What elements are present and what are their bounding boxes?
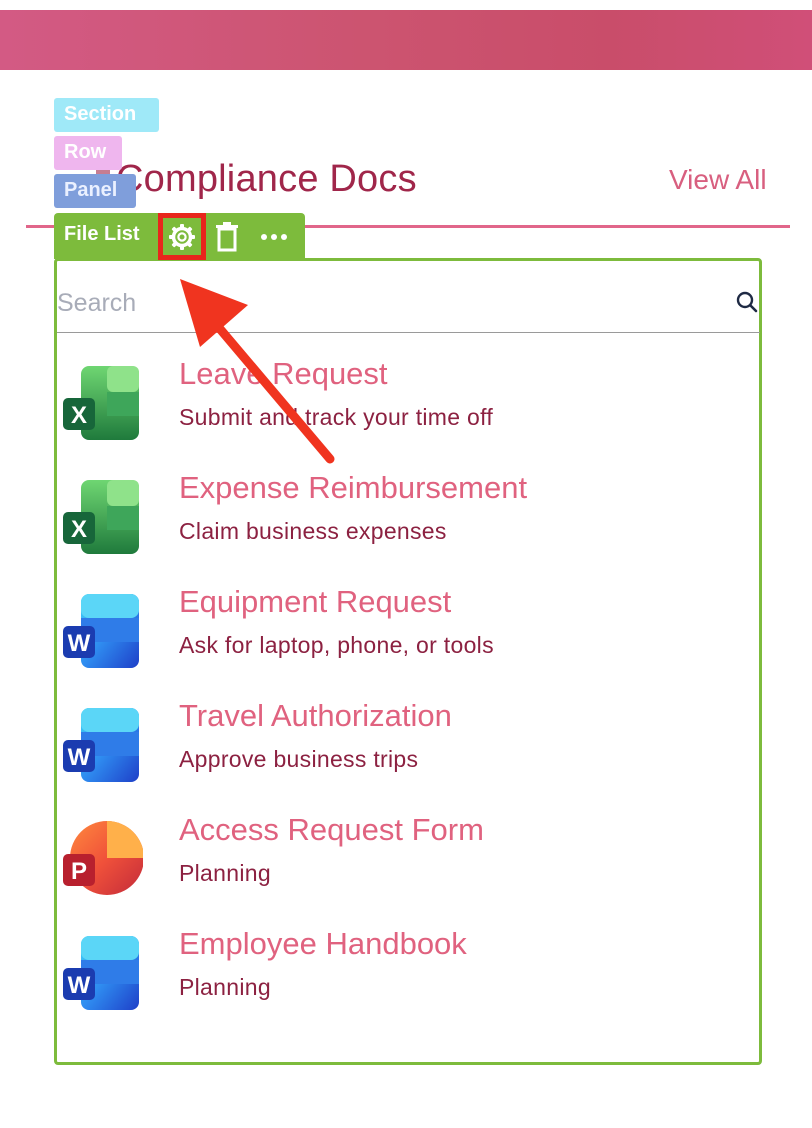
file-title[interactable]: Access Request Form	[179, 812, 484, 848]
section-badge[interactable]: Section	[54, 98, 159, 132]
file-subtitle: Claim business expenses	[179, 518, 447, 544]
more-icon	[261, 234, 287, 240]
file-list-item[interactable]: W Employee Handbook Planning	[57, 926, 757, 1032]
file-list-item[interactable]: X Leave Request Submit and track your tim…	[57, 356, 757, 462]
svg-text:W: W	[68, 972, 91, 999]
excel-file-icon: X	[63, 476, 143, 556]
file-title[interactable]: Leave Request	[179, 356, 388, 392]
panel-badge[interactable]: Panel	[54, 174, 136, 208]
file-subtitle: Planning	[179, 974, 271, 1000]
word-file-icon: W	[63, 590, 143, 670]
search-input[interactable]	[57, 285, 697, 321]
file-subtitle: Approve business trips	[179, 746, 419, 772]
excel-file-icon: X	[63, 362, 143, 442]
settings-button[interactable]	[158, 213, 206, 260]
top-banner	[0, 10, 812, 70]
word-file-icon: W	[63, 704, 143, 784]
powerpoint-file-icon: P	[63, 818, 144, 898]
search-bar	[57, 273, 760, 333]
svg-text:W: W	[68, 744, 91, 771]
file-subtitle: Submit and track your time off	[179, 404, 494, 430]
svg-text:W: W	[68, 630, 91, 657]
file-title[interactable]: Employee Handbook	[179, 926, 467, 962]
file-title[interactable]: Travel Authorization	[179, 698, 452, 734]
view-all-link[interactable]: View All	[669, 164, 767, 196]
file-list-toolbar: File List	[54, 213, 305, 260]
gear-icon	[169, 223, 195, 250]
file-subtitle: Ask for laptop, phone, or tools	[179, 632, 494, 658]
panel-title: Compliance Docs	[116, 158, 417, 200]
file-list-item[interactable]: X Expense Reimbursement Claim business ex…	[57, 470, 757, 576]
file-list-item[interactable]: W Equipment Request Ask for laptop, phone…	[57, 584, 757, 690]
word-file-icon: W	[63, 932, 143, 1012]
delete-button[interactable]	[207, 217, 247, 257]
page: Compliance Docs View All Section Row Pan…	[0, 0, 812, 1128]
file-title[interactable]: Expense Reimbursement	[179, 470, 527, 506]
file-title[interactable]: Equipment Request	[179, 584, 451, 620]
row-badge[interactable]: Row	[54, 136, 122, 170]
toolbar-label: File List	[64, 223, 140, 245]
svg-text:X: X	[71, 402, 87, 429]
more-button[interactable]	[254, 217, 294, 257]
svg-text:P: P	[71, 858, 87, 885]
file-list: X Leave Request Submit and track your tim…	[54, 258, 762, 1065]
file-subtitle: Planning	[179, 860, 271, 886]
search-icon[interactable]	[735, 290, 759, 314]
svg-text:X: X	[71, 516, 87, 543]
file-list-item[interactable]: W Travel Authorization Approve business t…	[57, 698, 757, 804]
file-list-item[interactable]: P Access Request Form Planning	[57, 812, 757, 918]
trash-icon	[216, 222, 238, 252]
